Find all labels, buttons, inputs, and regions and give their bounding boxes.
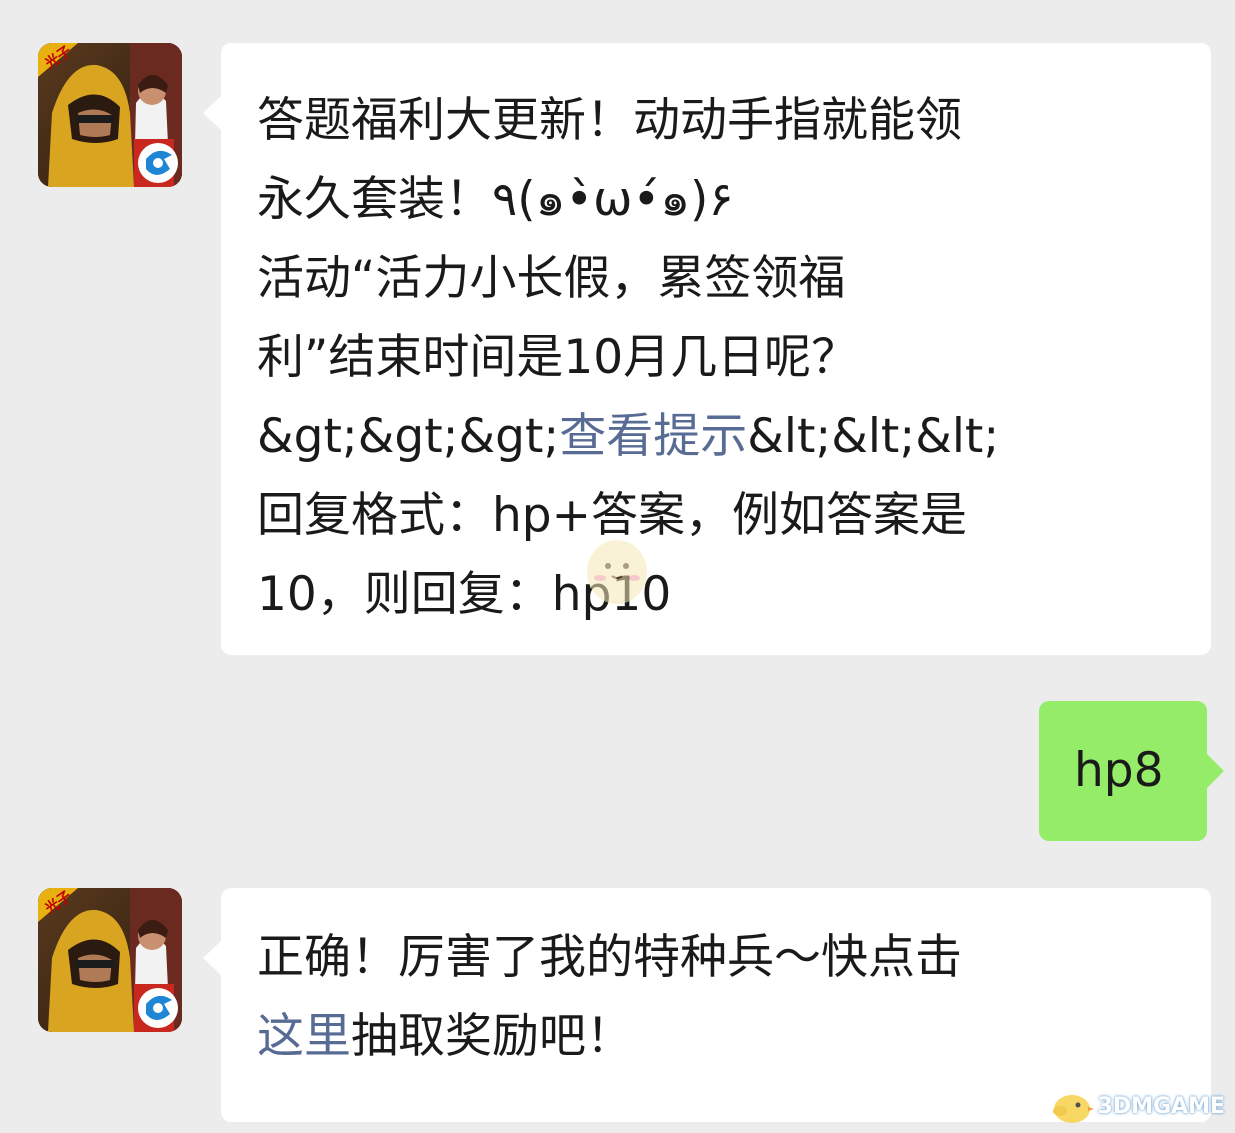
chick-mascot-icon [1052,1095,1094,1123]
outgoing-message-text: hp8 [1074,743,1164,798]
avatar[interactable]: 光子 [38,43,182,187]
message-line: 活动“活力小长假，累签领福 [257,251,846,306]
incoming-message-bubble[interactable]: 答题福利大更新！动动手指就能领 永久套装！٩(๑•̀ω•́๑)۶ 活动“活力小长… [203,43,1211,655]
site-watermark: 3DMGAME [1048,1087,1225,1125]
view-hint-link[interactable]: 查看提示 [559,409,747,464]
hint-suffix: &lt;&lt;&lt; [747,409,1000,464]
mascot-watermark-icon [582,528,652,612]
hint-line: &gt;&gt;&gt;查看提示&lt;&lt;&lt; [257,397,1211,476]
message-line: 永久套装！٩(๑•̀ω•́๑)۶ [257,172,734,227]
here-link[interactable]: 这里 [257,1009,351,1064]
watermark-text: 3DMGAME [1097,1093,1225,1119]
message-line: 回复格式：hp+答案，例如答案是 [257,488,968,543]
reward-line: 这里抽取奖励吧！ [257,997,1211,1076]
message-line: 利”结束时间是10月几日呢？ [257,330,859,385]
message-line: 答题福利大更新！动动手指就能领 [257,93,962,148]
hint-prefix: &gt;&gt;&gt; [257,409,560,464]
message-line: 正确！厉害了我的特种兵～快点击 [257,930,962,985]
outgoing-message-bubble[interactable]: hp8 [1039,701,1224,841]
avatar[interactable]: 光子 [38,888,182,1032]
reward-text: 抽取奖励吧！ [351,1009,633,1064]
message-line: 10，则回复：hp10 [257,567,672,622]
